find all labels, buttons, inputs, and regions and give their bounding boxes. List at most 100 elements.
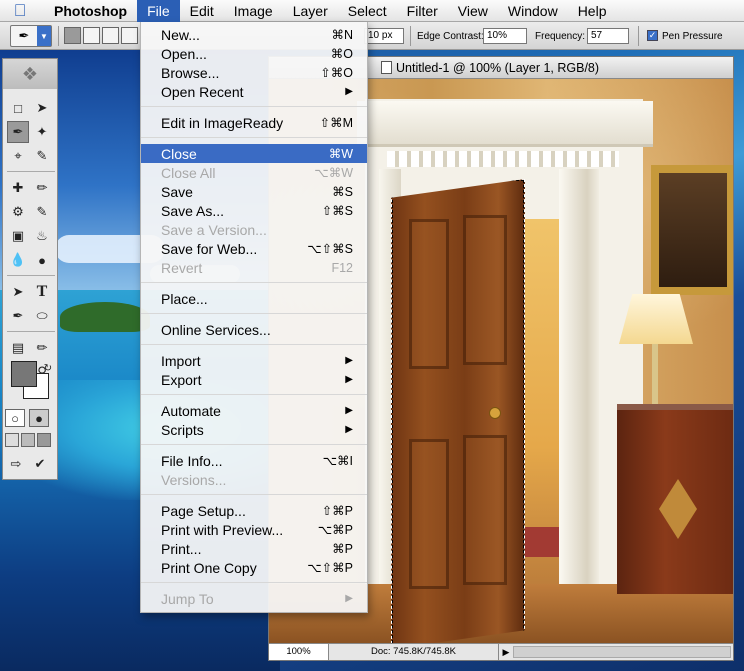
menu-item-save-as[interactable]: Save As... ⇧⌘S (141, 201, 367, 220)
edit-in-imageready-icon[interactable]: ✔ (29, 455, 51, 473)
edge-contrast-field[interactable]: 10% (483, 28, 527, 44)
menu-item-file-info[interactable]: File Info... ⌥⌘I (141, 451, 367, 470)
notes-icon[interactable]: ▤ (7, 337, 29, 359)
horizontal-scrollbar[interactable] (513, 646, 731, 658)
menu-item-scripts[interactable]: Scripts ▶ (141, 420, 367, 439)
width-field[interactable]: 10 px (364, 28, 404, 44)
lasso-icon[interactable]: ✒ (7, 121, 29, 143)
menu-help[interactable]: Help (568, 0, 617, 22)
menu-item-shortcut: ⌘N (331, 28, 353, 42)
standard-mode-icon[interactable]: ○ (5, 409, 25, 427)
menu-item-label: Import (161, 352, 201, 369)
paint-bucket-icon[interactable]: ♨ (31, 225, 53, 247)
menu-item-label: Revert (161, 259, 203, 276)
menu-separator (141, 444, 367, 445)
magic-wand-icon[interactable]: ✦ (31, 121, 53, 143)
menu-item-open[interactable]: Open... ⌘O (141, 44, 367, 63)
menu-item-browse[interactable]: Browse... ⇧⌘O (141, 63, 367, 82)
menu-item-label: Scripts (161, 421, 204, 438)
zoom-field[interactable]: 100% (269, 644, 329, 660)
menu-item-print-with-preview[interactable]: Print with Preview... ⌥⌘P (141, 520, 367, 539)
menu-item-shortcut: ⇧⌘O (320, 66, 353, 80)
menu-item-revert[interactable]: Revert F12 (141, 258, 367, 277)
frequency-field[interactable]: 57 (587, 28, 629, 44)
move-icon[interactable]: ➤ (31, 97, 53, 119)
menu-item-new[interactable]: New... ⌘N (141, 25, 367, 44)
menu-item-versions[interactable]: Versions... (141, 470, 367, 489)
menu-item-import[interactable]: Import ▶ (141, 351, 367, 370)
menu-item-shortcut: F12 (331, 260, 353, 275)
status-menu-arrow-icon[interactable]: ▶ (499, 644, 513, 660)
menu-item-page-setup[interactable]: Page Setup... ⇧⌘P (141, 501, 367, 520)
shape-icon[interactable]: ⬭ (31, 305, 53, 327)
menu-item-label: Print... (161, 540, 202, 557)
screen-mode-full-icon[interactable] (37, 433, 51, 447)
pen-icon[interactable]: ✒ (7, 305, 29, 327)
foreground-color-swatch[interactable] (11, 361, 37, 387)
menu-item-save-a-version[interactable]: Save a Version... (141, 220, 367, 239)
eraser-icon[interactable]: ▣ (7, 225, 29, 247)
menu-filter[interactable]: Filter (397, 0, 448, 22)
menu-item-label: Save (161, 183, 193, 200)
tool-preset-picker[interactable]: ✒ ▼ (10, 25, 52, 47)
menu-item-edit-in-imageready[interactable]: Edit in ImageReady ⇧⌘M (141, 113, 367, 132)
healing-brush-icon[interactable]: ✚ (7, 177, 29, 199)
app-menu[interactable]: Photoshop (40, 0, 137, 22)
menu-item-automate[interactable]: Automate ▶ (141, 401, 367, 420)
crop-icon[interactable]: ⌖ (7, 145, 29, 167)
apple-menu-icon[interactable]:  (0, 0, 40, 22)
menu-item-print[interactable]: Print... ⌘P (141, 539, 367, 558)
document-title: Untitled-1 @ 100% (Layer 1, RGB/8) (396, 60, 600, 75)
menu-item-print-one-copy[interactable]: Print One Copy ⌥⇧⌘P (141, 558, 367, 577)
menu-image[interactable]: Image (224, 0, 283, 22)
history-brush-icon[interactable]: ✎ (31, 201, 53, 223)
menu-layer[interactable]: Layer (283, 0, 338, 22)
menu-item-open-recent[interactable]: Open Recent ▶ (141, 82, 367, 101)
pillar-right (559, 169, 599, 599)
menu-separator (141, 582, 367, 583)
menu-view[interactable]: View (448, 0, 498, 22)
menu-item-label: Export (161, 371, 202, 388)
swap-colors-icon[interactable]: ↻ (37, 357, 59, 379)
new-selection-button[interactable] (64, 27, 81, 44)
divider (638, 26, 639, 46)
screen-mode-full-menu-icon[interactable] (21, 433, 35, 447)
menu-item-close-all[interactable]: Close All ⌥⌘W (141, 163, 367, 182)
menu-item-save[interactable]: Save ⌘S (141, 182, 367, 201)
brush-icon[interactable]: ✏ (31, 177, 53, 199)
menu-separator (141, 344, 367, 345)
subtract-selection-button[interactable] (102, 27, 119, 44)
menu-item-save-for-web[interactable]: Save for Web... ⌥⇧⌘S (141, 239, 367, 258)
menu-item-label: Jump To (161, 590, 214, 607)
menu-item-export[interactable]: Export ▶ (141, 370, 367, 389)
pen-pressure-label: Pen Pressure (662, 31, 723, 42)
divider (58, 26, 59, 46)
path-select-icon[interactable]: ➤ (7, 281, 29, 303)
type-icon[interactable]: T (31, 281, 53, 303)
menu-item-place[interactable]: Place... (141, 289, 367, 308)
clone-stamp-icon[interactable]: ⚙ (7, 201, 29, 223)
menu-item-label: Place... (161, 290, 208, 307)
add-selection-button[interactable] (83, 27, 100, 44)
eyedropper-icon[interactable]: ✏ (31, 337, 53, 359)
menu-item-jump-to[interactable]: Jump To ▶ (141, 589, 367, 608)
pen-pressure-checkbox[interactable]: ✓ (647, 30, 658, 41)
dodge-icon[interactable]: ● (31, 249, 53, 271)
menu-item-online-services[interactable]: Online Services... (141, 320, 367, 339)
intersect-selection-button[interactable] (121, 27, 138, 44)
menu-file[interactable]: File (137, 0, 180, 22)
jump-to-imageready-icon[interactable]: ⇨ (5, 455, 27, 473)
menu-window[interactable]: Window (498, 0, 568, 22)
lamp-stem (652, 344, 658, 404)
menu-item-close[interactable]: Close ⌘W (141, 144, 367, 163)
quick-mask-icon[interactable]: ● (29, 409, 49, 427)
slice-icon[interactable]: ✎ (31, 145, 53, 167)
menu-edit[interactable]: Edit (180, 0, 224, 22)
menu-item-label: New... (161, 26, 200, 43)
menu-separator (141, 137, 367, 138)
marquee-icon[interactable]: □ (7, 97, 29, 119)
blur-icon[interactable]: 💧 (7, 249, 29, 271)
menu-select[interactable]: Select (338, 0, 397, 22)
menubar:  Photoshop File Edit Image Layer Select… (0, 0, 744, 22)
screen-mode-standard-icon[interactable] (5, 433, 19, 447)
